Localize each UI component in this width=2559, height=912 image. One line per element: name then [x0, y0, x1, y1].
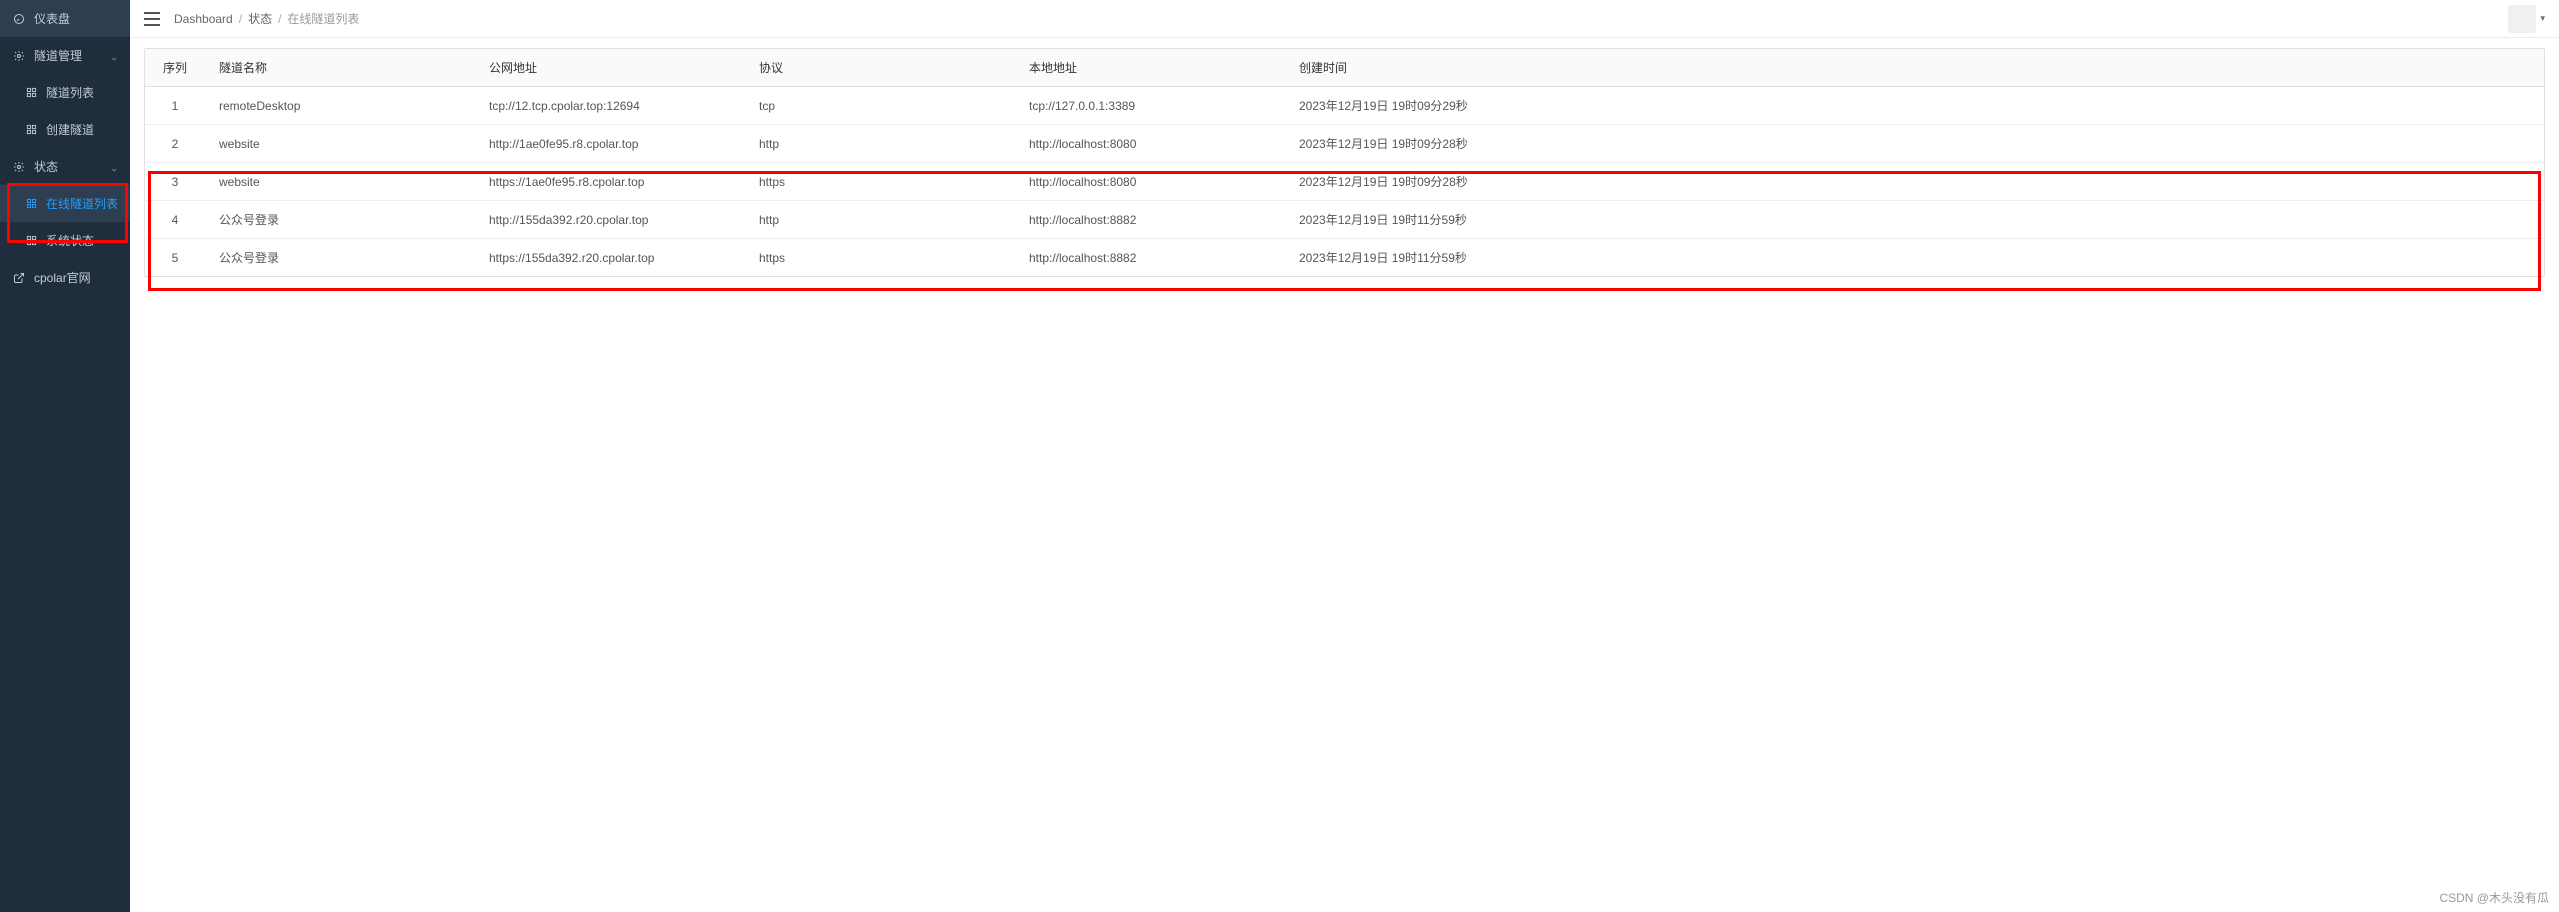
tunnel-table: 序列 隧道名称 公网地址 协议 本地地址 创建时间 1remoteDesktop…	[145, 49, 2544, 276]
breadcrumb-separator: /	[278, 12, 281, 26]
column-seq: 序列	[145, 49, 205, 87]
hamburger-menu[interactable]	[144, 12, 160, 26]
sidebar-item-tunnel-list[interactable]: 隧道列表	[0, 74, 130, 111]
sidebar-item-online-tunnels[interactable]: 在线隧道列表	[0, 185, 130, 222]
header: Dashboard / 状态 / 在线隧道列表 ▾	[130, 0, 2559, 38]
table-cell-local: http://localhost:8882	[1015, 201, 1285, 239]
table-row: 5公众号登录https://155da392.r20.cpolar.tophtt…	[145, 239, 2544, 277]
table-cell-url: http://1ae0fe95.r8.cpolar.top	[475, 125, 745, 163]
sidebar-item-label: 系统状态	[46, 232, 94, 249]
grid-icon	[24, 124, 38, 135]
chevron-up-icon: ⌃	[110, 50, 118, 61]
table-cell-url: https://1ae0fe95.r8.cpolar.top	[475, 163, 745, 201]
table-cell-created: 2023年12月19日 19时09分29秒	[1285, 87, 2544, 125]
table-cell-proto: https	[745, 239, 1015, 277]
table-cell-proto: http	[745, 201, 1015, 239]
table-row: 3websitehttps://1ae0fe95.r8.cpolar.topht…	[145, 163, 2544, 201]
column-name: 隧道名称	[205, 49, 475, 87]
table-cell-name: 公众号登录	[205, 201, 475, 239]
breadcrumb: Dashboard / 状态 / 在线隧道列表	[174, 10, 359, 27]
table-row: 2websitehttp://1ae0fe95.r8.cpolar.tophtt…	[145, 125, 2544, 163]
grid-icon	[24, 198, 38, 209]
table-cell-seq: 1	[145, 87, 205, 125]
table-cell-proto: http	[745, 125, 1015, 163]
table-cell-seq: 3	[145, 163, 205, 201]
sidebar-item-dashboard[interactable]: 仪表盘	[0, 0, 130, 37]
column-url: 公网地址	[475, 49, 745, 87]
table-row: 1remoteDesktoptcp://12.tcp.cpolar.top:12…	[145, 87, 2544, 125]
table-container: 序列 隧道名称 公网地址 协议 本地地址 创建时间 1remoteDesktop…	[144, 48, 2545, 277]
breadcrumb-link[interactable]: Dashboard	[174, 12, 233, 26]
column-created: 创建时间	[1285, 49, 2544, 87]
dashboard-icon	[12, 13, 26, 25]
sidebar-item-label: 在线隧道列表	[46, 195, 118, 212]
content: 序列 隧道名称 公网地址 协议 本地地址 创建时间 1remoteDesktop…	[130, 38, 2559, 287]
table-cell-url: https://155da392.r20.cpolar.top	[475, 239, 745, 277]
table-cell-created: 2023年12月19日 19时09分28秒	[1285, 125, 2544, 163]
table-cell-created: 2023年12月19日 19时09分28秒	[1285, 163, 2544, 201]
table-cell-seq: 5	[145, 239, 205, 277]
table-cell-created: 2023年12月19日 19时11分59秒	[1285, 239, 2544, 277]
sidebar-item-create-tunnel[interactable]: 创建隧道	[0, 111, 130, 148]
column-local: 本地地址	[1015, 49, 1285, 87]
table-cell-local: tcp://127.0.0.1:3389	[1015, 87, 1285, 125]
avatar	[2508, 5, 2536, 33]
sidebar-item-cpolar-site[interactable]: cpolar官网	[0, 259, 130, 296]
table-cell-name: remoteDesktop	[205, 87, 475, 125]
breadcrumb-link[interactable]: 状态	[248, 10, 272, 27]
table-cell-proto: tcp	[745, 87, 1015, 125]
sidebar-item-label: 隧道管理	[34, 47, 110, 64]
sidebar-item-label: 隧道列表	[46, 84, 94, 101]
breadcrumb-separator: /	[239, 12, 242, 26]
gear-icon	[12, 161, 26, 173]
table-cell-seq: 4	[145, 201, 205, 239]
user-menu[interactable]: ▾	[2508, 5, 2545, 33]
sidebar-group-status[interactable]: 状态 ⌃	[0, 148, 130, 185]
table-cell-created: 2023年12月19日 19时11分59秒	[1285, 201, 2544, 239]
grid-icon	[24, 87, 38, 98]
table-cell-local: http://localhost:8080	[1015, 163, 1285, 201]
chevron-down-icon: ▾	[2540, 13, 2545, 24]
table-cell-proto: https	[745, 163, 1015, 201]
sidebar-group-tunnel[interactable]: 隧道管理 ⌃	[0, 37, 130, 74]
chevron-up-icon: ⌃	[110, 161, 118, 172]
table-header-row: 序列 隧道名称 公网地址 协议 本地地址 创建时间	[145, 49, 2544, 87]
table-cell-local: http://localhost:8882	[1015, 239, 1285, 277]
watermark: CSDN @木头没有瓜	[2439, 889, 2549, 906]
sidebar-item-label: 仪表盘	[34, 10, 118, 27]
table-cell-name: website	[205, 163, 475, 201]
table-cell-seq: 2	[145, 125, 205, 163]
sidebar-item-label: cpolar官网	[34, 269, 118, 286]
breadcrumb-current: 在线隧道列表	[287, 10, 359, 27]
external-link-icon	[12, 272, 26, 284]
column-proto: 协议	[745, 49, 1015, 87]
table-cell-name: website	[205, 125, 475, 163]
table-cell-url: http://155da392.r20.cpolar.top	[475, 201, 745, 239]
sidebar-item-label: 状态	[34, 158, 110, 175]
table-cell-url: tcp://12.tcp.cpolar.top:12694	[475, 87, 745, 125]
table-row: 4公众号登录http://155da392.r20.cpolar.tophttp…	[145, 201, 2544, 239]
gear-icon	[12, 50, 26, 62]
sidebar: 仪表盘 隧道管理 ⌃ 隧道列表 创建隧道 状态 ⌃	[0, 0, 130, 912]
table-cell-name: 公众号登录	[205, 239, 475, 277]
grid-icon	[24, 235, 38, 246]
sidebar-item-system-status[interactable]: 系统状态	[0, 222, 130, 259]
table-cell-local: http://localhost:8080	[1015, 125, 1285, 163]
sidebar-item-label: 创建隧道	[46, 121, 94, 138]
